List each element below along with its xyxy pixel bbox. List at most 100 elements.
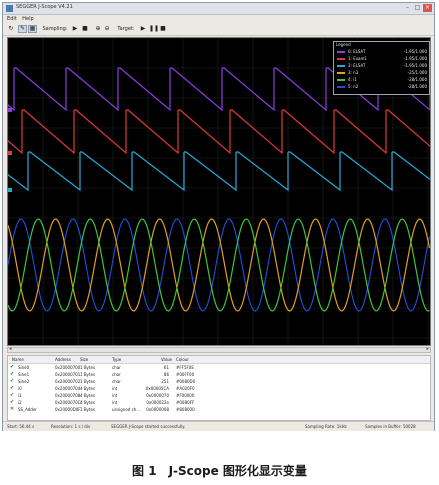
zoom-in-icon[interactable]: ⊕ <box>94 25 102 33</box>
var-value: 0x0000070 <box>146 393 169 398</box>
legend-value: -1.95/1.000 <box>403 63 427 68</box>
play-icon[interactable]: ▶ <box>71 25 79 33</box>
stop-icon[interactable]: ■ <box>81 25 89 33</box>
var-address: 0x20000701 <box>55 372 81 377</box>
visible-checkbox[interactable]: ✔ <box>10 379 15 384</box>
var-address: 0x2000070C <box>55 400 81 405</box>
var-address: 0x20000D0F <box>55 407 81 412</box>
table-row[interactable]: ✔ i2 0x2000070C 4 Bytes int 0x000022e #00B0FF <box>8 399 430 406</box>
status-message: SEGGER J-Scope started successfully. <box>111 424 186 429</box>
legend-swatch <box>337 72 345 74</box>
target-stop-icon[interactable]: ■ <box>159 25 167 33</box>
var-size: 4 Bytes <box>80 400 96 405</box>
legend-swatch <box>337 79 345 81</box>
legend-box: Legend 0: ELSAT -1.95/1.000 1: Exam1 -1.… <box>333 41 430 95</box>
legend-row: 1: Exam1 -1.95/1.000 <box>337 56 427 62</box>
var-colour: #FF5F0E <box>176 365 194 370</box>
var-type: int <box>112 393 118 398</box>
sampling-label: Sampling: <box>42 26 68 32</box>
col-address[interactable]: Address <box>55 356 71 363</box>
var-size: 1 Bytes <box>80 379 96 384</box>
status-rate: Sampling Rate: 1kHz <box>305 424 347 429</box>
var-name: Sine2 <box>18 379 30 384</box>
scroll-right-icon[interactable]: ▸ <box>426 346 429 352</box>
var-type: char <box>112 379 121 384</box>
col-colour[interactable]: Colour <box>176 356 189 363</box>
legend-title: Legend <box>336 42 351 47</box>
var-address: 0x20000708 <box>55 393 81 398</box>
var-value: 0x000022e <box>146 400 169 405</box>
var-size: 1 Bytes <box>80 407 96 412</box>
refresh-icon[interactable]: ↻ <box>7 25 15 33</box>
window-title: SEGGER J-Scope V4.21 <box>16 4 73 10</box>
figure-caption: 图 1 J-Scope 图形化显示变量 <box>132 464 307 478</box>
var-type: char <box>112 365 121 370</box>
table-header: Name Address Size Type Value Colour <box>8 356 430 364</box>
visible-checkbox[interactable]: ✔ <box>10 386 15 391</box>
table-row[interactable]: ✔ Sine2 0x20000702 1 Bytes char 251 #0080D0 <box>8 378 430 385</box>
table-row[interactable]: ✔ i1 0x20000708 4 Bytes int 0x0000070 #F00000 <box>8 392 430 399</box>
visible-checkbox[interactable]: ✕ <box>10 407 15 412</box>
app-icon <box>6 5 13 12</box>
legend-value: -1.95/1.000 <box>403 56 427 61</box>
visible-checkbox[interactable]: ✔ <box>10 393 15 398</box>
col-name[interactable]: Name <box>12 356 24 363</box>
var-value: 0x00005CA <box>145 386 169 391</box>
target-play-icon[interactable]: ▶ <box>139 25 147 33</box>
zoom-out-icon[interactable]: ⊖ <box>103 25 111 33</box>
col-value[interactable]: Value <box>161 356 172 363</box>
var-size: 1 Bytes <box>80 365 96 370</box>
legend-value: -28/1.000 <box>407 84 427 89</box>
legend-value: -28/1.000 <box>407 77 427 82</box>
table-row[interactable]: ✔ Sine1 0x20000701 1 Bytes char 86 #00FF00 <box>8 371 430 378</box>
status-resolution: Resolution: 1 s / div <box>51 424 91 429</box>
menu-help[interactable]: Help <box>22 15 33 23</box>
maximize-icon[interactable]: □ <box>413 4 422 12</box>
var-colour: #0080D0 <box>176 379 196 384</box>
legend-value: -1.95/1.000 <box>403 49 427 54</box>
menu-edit[interactable]: Edit <box>7 15 17 23</box>
menu-bar: Edit Help <box>3 15 434 23</box>
var-name: i0 <box>18 386 22 391</box>
var-colour: #A020F0 <box>176 386 195 391</box>
var-name: SS_Adder <box>18 407 37 412</box>
var-address: 0x20000700 <box>55 365 81 370</box>
col-type[interactable]: Type <box>112 356 121 363</box>
pause-icon[interactable]: ❚❚ <box>149 25 159 33</box>
var-type: int <box>112 400 118 405</box>
visible-checkbox[interactable]: ✔ <box>10 365 15 370</box>
legend-row: 2: ELSAT -1.95/1.000 <box>337 63 427 69</box>
legend-name: 5: n2 <box>348 84 359 89</box>
trace-marker <box>8 108 12 112</box>
legend-swatch <box>337 51 345 53</box>
close-icon[interactable]: × <box>423 4 432 12</box>
var-size: 4 Bytes <box>80 393 96 398</box>
legend-swatch <box>337 58 345 60</box>
var-value: 61 <box>163 365 169 370</box>
target-label: Target: <box>117 26 135 32</box>
legend-row: 3: n3 -25/1.000 <box>337 70 427 76</box>
col-size[interactable]: Size <box>80 356 88 363</box>
legend-row: 5: n2 -28/1.000 <box>337 84 427 90</box>
var-value: 0x0000008 <box>146 407 169 412</box>
minimize-icon[interactable]: – <box>403 4 412 12</box>
scope-plot[interactable]: Legend 0: ELSAT -1.95/1.000 1: Exam1 -1.… <box>7 37 431 346</box>
scroll-left-icon[interactable]: ◂ <box>9 346 12 352</box>
status-bar: Start: 56.44 s Resolution: 1 s / div SEG… <box>3 421 434 431</box>
legend-name: 3: n3 <box>348 70 359 75</box>
toolbar: ↻ ✎ ▦ Sampling: ▶ ■ ⊕ ⊖ Target: ▶ ❚❚ ■ <box>3 24 434 36</box>
legend-swatch <box>337 65 345 67</box>
table-row[interactable]: ✔ i0 0x20000704 4 Bytes int 0x00005CA #A020F0 <box>8 385 430 392</box>
legend-value: -25/1.000 <box>407 70 427 75</box>
visible-checkbox[interactable]: ✔ <box>10 372 15 377</box>
edit-icon[interactable]: ✎ <box>18 25 27 33</box>
horizontal-scrollbar[interactable]: ◂ ▸ <box>7 346 431 353</box>
var-colour: #00B0FF <box>176 400 195 405</box>
legend-row: 0: ELSAT -1.95/1.000 <box>337 49 427 55</box>
title-bar: SEGGER J-Scope V4.21 – □ × <box>3 3 434 15</box>
var-type: int <box>112 386 118 391</box>
select-icon[interactable]: ▦ <box>28 25 37 33</box>
visible-checkbox[interactable]: ✔ <box>10 400 15 405</box>
table-row[interactable]: ✔ Sine0 0x20000700 1 Bytes char 61 #FF5F0E <box>8 364 430 371</box>
table-row[interactable]: ✕ SS_Adder 0x20000D0F 1 Bytes unsigned ch...… <box>8 406 430 413</box>
